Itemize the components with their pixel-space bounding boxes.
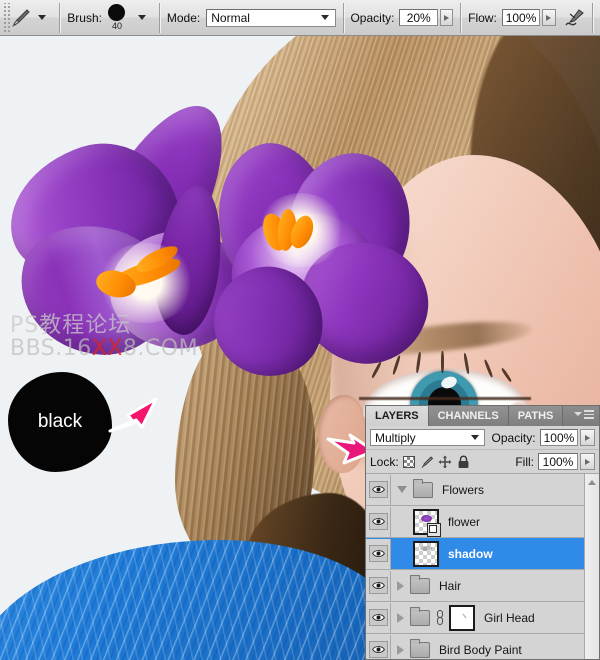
brush-preview[interactable]: 40: [104, 4, 130, 31]
lock-all-icon[interactable]: [456, 454, 471, 469]
layer-name: shadow: [448, 547, 493, 561]
blend-mode-chevron-down-icon: [321, 15, 329, 20]
layer-blend-mode-select[interactable]: Multiply: [370, 429, 485, 446]
lock-transparency-icon[interactable]: [402, 454, 417, 469]
blend-mode-value: Normal: [211, 11, 250, 25]
tab-channels[interactable]: CHANNELS: [429, 406, 509, 426]
layer-visibility-toggle[interactable]: [366, 507, 391, 537]
eye-icon: [369, 577, 388, 594]
eye-icon: [369, 609, 388, 626]
opacity-slider-spin-arrow-icon[interactable]: [440, 9, 453, 26]
group-disclosure-triangle-icon[interactable]: [397, 486, 407, 493]
layer-mask-link-icon[interactable]: [435, 610, 445, 626]
tab-layers[interactable]: LAYERS: [366, 406, 429, 426]
lock-label: Lock:: [370, 455, 399, 469]
group-disclosure-triangle-icon[interactable]: [397, 645, 404, 655]
fill-label: Fill:: [515, 455, 534, 469]
flow-label: Flow:: [468, 11, 497, 25]
table-row[interactable]: Hair: [366, 570, 599, 602]
table-row[interactable]: Girl Head: [366, 602, 599, 634]
flow-slider-spin-arrow-icon[interactable]: [542, 9, 555, 26]
layer-name: Girl Head: [484, 611, 535, 625]
layers-panel: LAYERS CHANNELS PATHS Multiply Opacity: …: [365, 405, 600, 660]
eye-icon: [369, 641, 388, 658]
toolbar-grip-handle[interactable]: [2, 3, 10, 33]
tool-options-bar: Brush: 40 Mode: Normal Opacity: 20% Flow…: [0, 0, 600, 36]
fill-input[interactable]: 100%: [538, 453, 578, 470]
layer-opacity-spin-arrow-icon[interactable]: [580, 429, 595, 446]
lock-image-pixels-icon[interactable]: [420, 454, 435, 469]
layer-mask-thumbnail[interactable]: [449, 605, 475, 631]
annotation-arrow-left: [108, 393, 160, 437]
tab-paths[interactable]: PATHS: [509, 406, 564, 426]
layer-name: flower: [448, 515, 480, 529]
layer-blend-chevron-down-icon: [471, 435, 479, 440]
layers-scrollbar[interactable]: [584, 474, 599, 660]
eyelash: [441, 351, 444, 373]
panel-menu-icon[interactable]: [574, 410, 594, 419]
layer-visibility-toggle[interactable]: [366, 475, 391, 505]
fill-spin-arrow-icon[interactable]: [580, 453, 595, 470]
black-color-swatch-label: black: [8, 372, 112, 472]
layer-thumbnail[interactable]: [413, 541, 439, 567]
opacity-label: Opacity:: [350, 11, 394, 25]
layer-name: Bird Body Paint: [439, 643, 522, 657]
toolbar-separator: [343, 3, 344, 33]
layer-opacity-input[interactable]: 100%: [540, 429, 579, 446]
table-row[interactable]: Bird Body Paint: [366, 634, 599, 660]
folder-icon: [410, 642, 430, 658]
panel-tab-bar: LAYERS CHANNELS PATHS: [366, 406, 599, 426]
layer-thumbnail[interactable]: [413, 509, 439, 535]
eye-icon: [369, 481, 388, 498]
layer-opacity-label: Opacity:: [492, 431, 536, 445]
flow-input[interactable]: 100%: [502, 9, 540, 26]
brush-tip-icon: [108, 4, 125, 21]
blend-mode-select[interactable]: Normal: [206, 9, 335, 27]
eye-upper-lid: [359, 363, 531, 400]
table-row[interactable]: flower: [366, 506, 599, 538]
toolbar-separator: [460, 3, 461, 33]
layer-visibility-toggle[interactable]: [366, 571, 391, 601]
eye-icon: [369, 513, 388, 530]
brush-tool-icon[interactable]: [10, 5, 33, 31]
toolbar-separator: [59, 3, 60, 33]
folder-icon: [410, 610, 430, 626]
layer-lock-row: Lock: Fill: 100%: [366, 450, 599, 474]
layer-visibility-toggle[interactable]: [366, 635, 391, 660]
photoshop-window: PS教程论坛 BBS.16XX8.COM black: [0, 0, 600, 660]
smart-object-badge-icon: [427, 523, 441, 537]
airbrush-icon[interactable]: [564, 5, 587, 31]
layer-name: Flowers: [442, 483, 484, 497]
layer-name: Hair: [439, 579, 461, 593]
toolbar-separator: [159, 3, 160, 33]
layer-blend-mode-value: Multiply: [375, 431, 416, 445]
eye-icon: [369, 545, 388, 562]
layer-list[interactable]: Flowers flower: [366, 474, 599, 660]
brush-preset-chevron-down-icon[interactable]: [138, 15, 146, 20]
lock-position-icon[interactable]: [438, 454, 453, 469]
mode-label: Mode:: [167, 11, 200, 25]
scroll-up-arrow-icon[interactable]: [586, 475, 598, 489]
toolbar-separator: [592, 3, 593, 33]
table-row[interactable]: Flowers: [366, 474, 599, 506]
layer-blend-row: Multiply Opacity: 100%: [366, 426, 599, 450]
brush-label: Brush:: [67, 11, 102, 25]
brush-size-value: 40: [112, 22, 122, 31]
group-disclosure-triangle-icon[interactable]: [397, 613, 404, 623]
opacity-input[interactable]: 20%: [399, 9, 437, 26]
group-disclosure-triangle-icon[interactable]: [397, 581, 404, 591]
table-row[interactable]: shadow: [366, 538, 599, 570]
folder-icon: [410, 578, 430, 594]
layer-visibility-toggle[interactable]: [366, 603, 391, 633]
layer-visibility-toggle[interactable]: [366, 539, 391, 569]
tool-preset-chevron-down-icon[interactable]: [38, 15, 46, 20]
folder-icon: [413, 482, 433, 498]
